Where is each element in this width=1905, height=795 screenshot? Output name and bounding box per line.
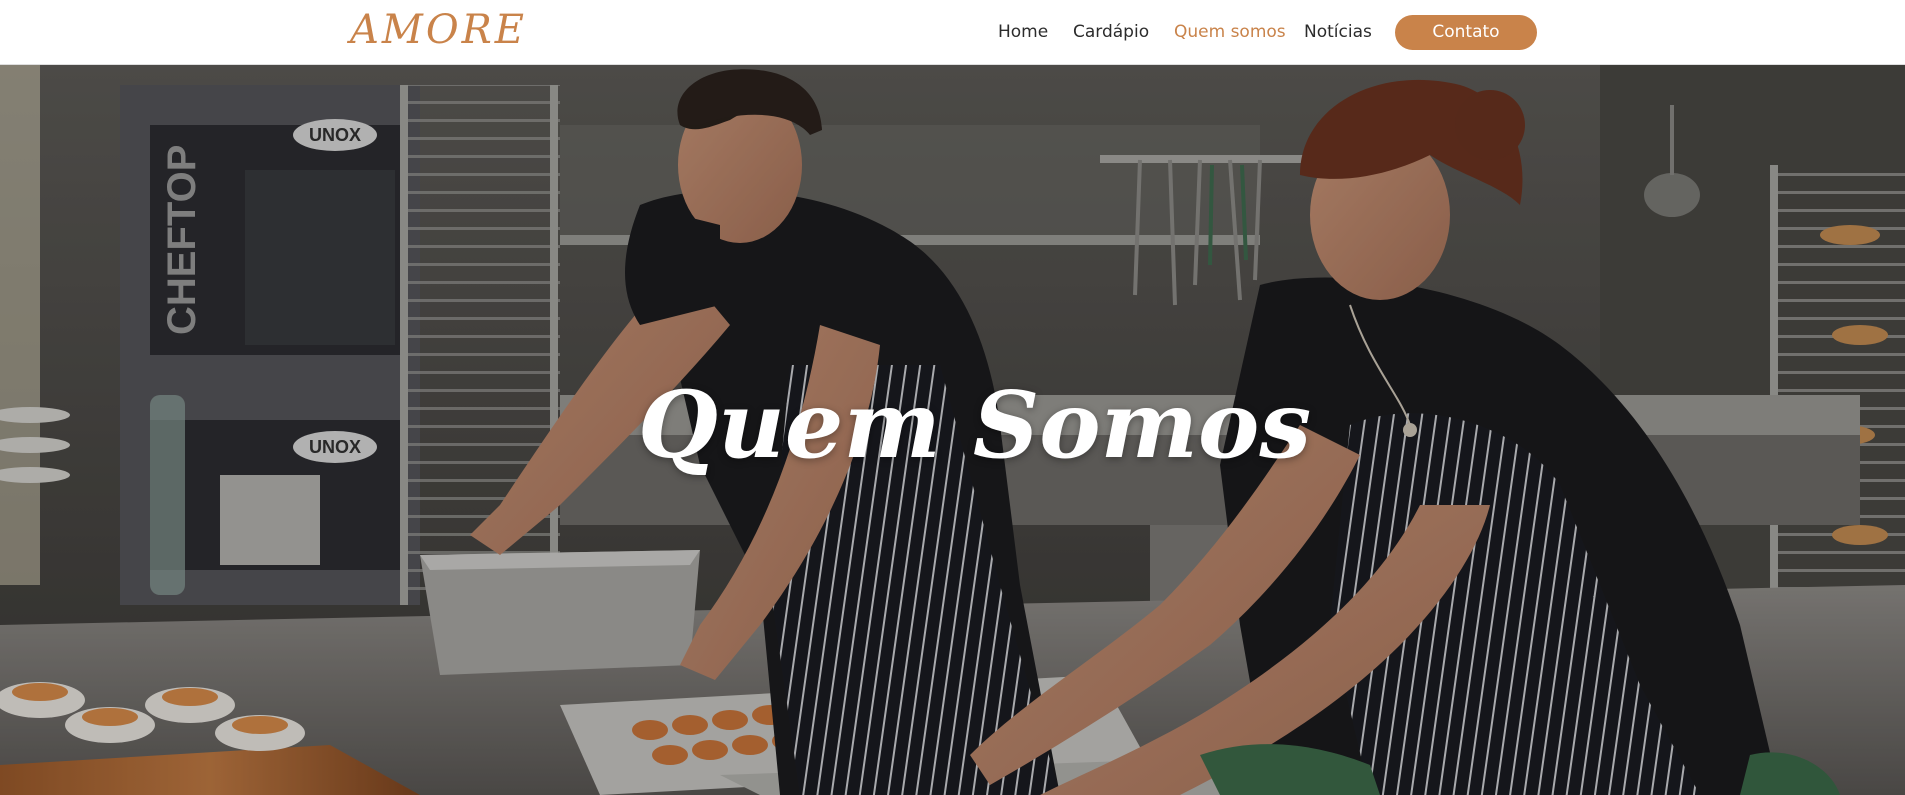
main-nav: Home Cardápio Quem somos Notícias Contat… bbox=[0, 0, 1905, 64]
nav-quem-somos-link[interactable]: Quem somos bbox=[1174, 21, 1286, 43]
hero-title: Quem Somos bbox=[637, 371, 1312, 479]
contato-button[interactable]: Contato bbox=[1395, 15, 1537, 50]
hero-section: UNOX CHEFTOP UNOX Quem Somos bbox=[0, 65, 1905, 795]
nav-noticias-link[interactable]: Notícias bbox=[1304, 21, 1372, 43]
page: AMORE Home Cardápio Quem somos Notícias … bbox=[0, 0, 1905, 795]
nav-home-link[interactable]: Home bbox=[998, 21, 1048, 43]
site-header: AMORE Home Cardápio Quem somos Notícias … bbox=[0, 0, 1905, 65]
nav-cardapio-link[interactable]: Cardápio bbox=[1073, 21, 1149, 43]
